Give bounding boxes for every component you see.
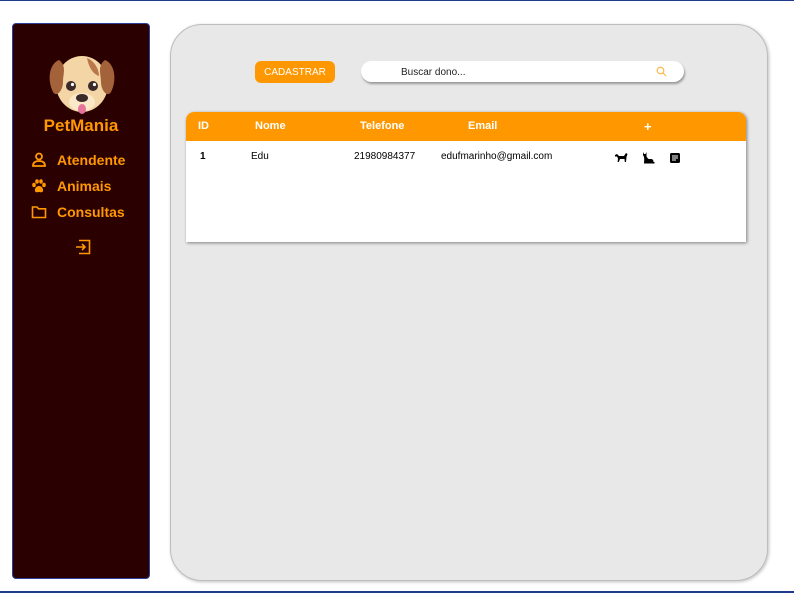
sidebar-item-label: Atendente	[57, 152, 126, 168]
window-top-border	[0, 0, 794, 1]
sidebar-item-label: Animais	[57, 178, 112, 194]
notes-icon[interactable]	[668, 151, 682, 165]
sidebar-item-animais[interactable]: Animais	[31, 178, 111, 194]
sidebar-item-label: Consultas	[57, 204, 125, 220]
cell-telefone: 21980984377	[354, 151, 416, 162]
cat-icon[interactable]	[641, 151, 655, 165]
search-icon[interactable]	[656, 66, 667, 77]
column-header-telefone: Telefone	[360, 120, 405, 132]
add-button[interactable]: +	[644, 112, 652, 141]
brand-title: PetMania	[43, 116, 119, 135]
column-header-email: Email	[468, 120, 498, 132]
search-input[interactable]	[399, 64, 643, 81]
search-bar	[361, 61, 684, 82]
cell-nome: Edu	[251, 151, 269, 162]
table-header: ID Nome Telefone Email +	[186, 112, 746, 141]
sidebar: PetMania Atendente Animais Consultas	[12, 23, 150, 579]
paw-icon	[32, 179, 46, 193]
column-header-nome: Nome	[255, 120, 286, 132]
logout-icon[interactable]	[75, 239, 91, 255]
dog-face-icon	[49, 56, 115, 114]
sidebar-item-atendente[interactable]: Atendente	[31, 152, 125, 168]
cell-id: 1	[200, 151, 206, 162]
owners-table: ID Nome Telefone Email + 1 Edu 219809843…	[186, 112, 746, 242]
table-row: 1 Edu 21980984377 edufmarinho@gmail.com	[186, 141, 746, 169]
cadastrar-button[interactable]: CADASTRAR	[255, 61, 335, 83]
dog-icon[interactable]	[614, 151, 628, 165]
person-icon	[32, 152, 46, 167]
folder-icon	[31, 206, 47, 219]
main-panel: CADASTRAR ID Nome Telefone Email + 1 Edu…	[170, 24, 768, 581]
cell-email: edufmarinho@gmail.com	[441, 151, 553, 162]
sidebar-item-consultas[interactable]: Consultas	[31, 204, 125, 220]
column-header-id: ID	[198, 120, 209, 132]
